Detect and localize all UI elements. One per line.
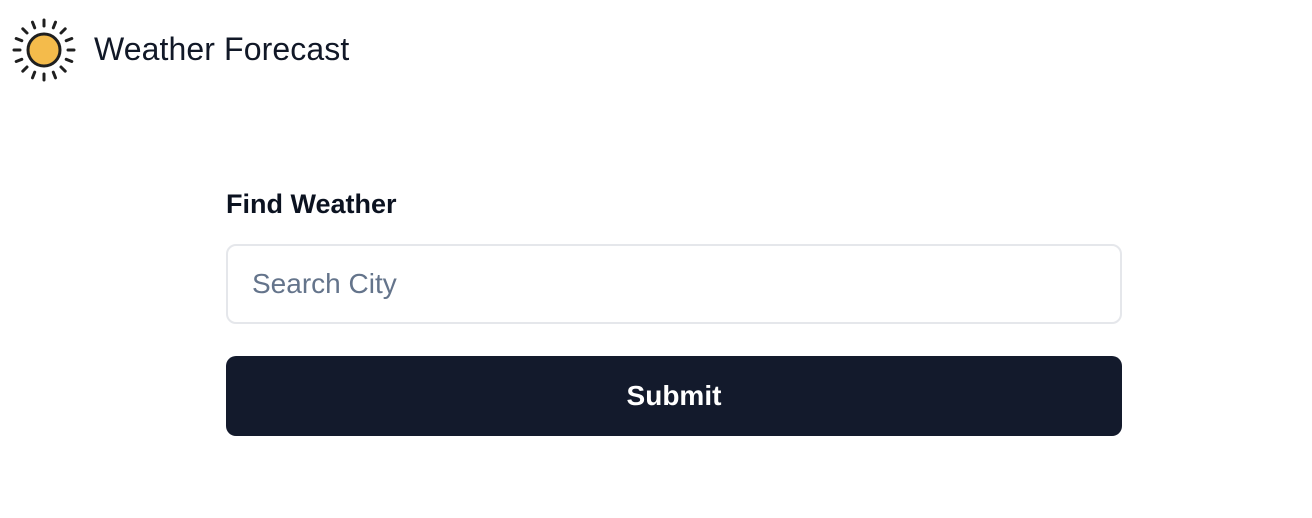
weather-search-form: Find Weather Submit (226, 184, 1122, 436)
app-header: Weather Forecast (12, 18, 349, 82)
app-title: Weather Forecast (94, 31, 350, 67)
form-heading: Find Weather (226, 189, 397, 219)
search-city-input[interactable] (226, 244, 1122, 324)
sun-icon (12, 18, 76, 82)
submit-button[interactable]: Submit (226, 356, 1122, 436)
